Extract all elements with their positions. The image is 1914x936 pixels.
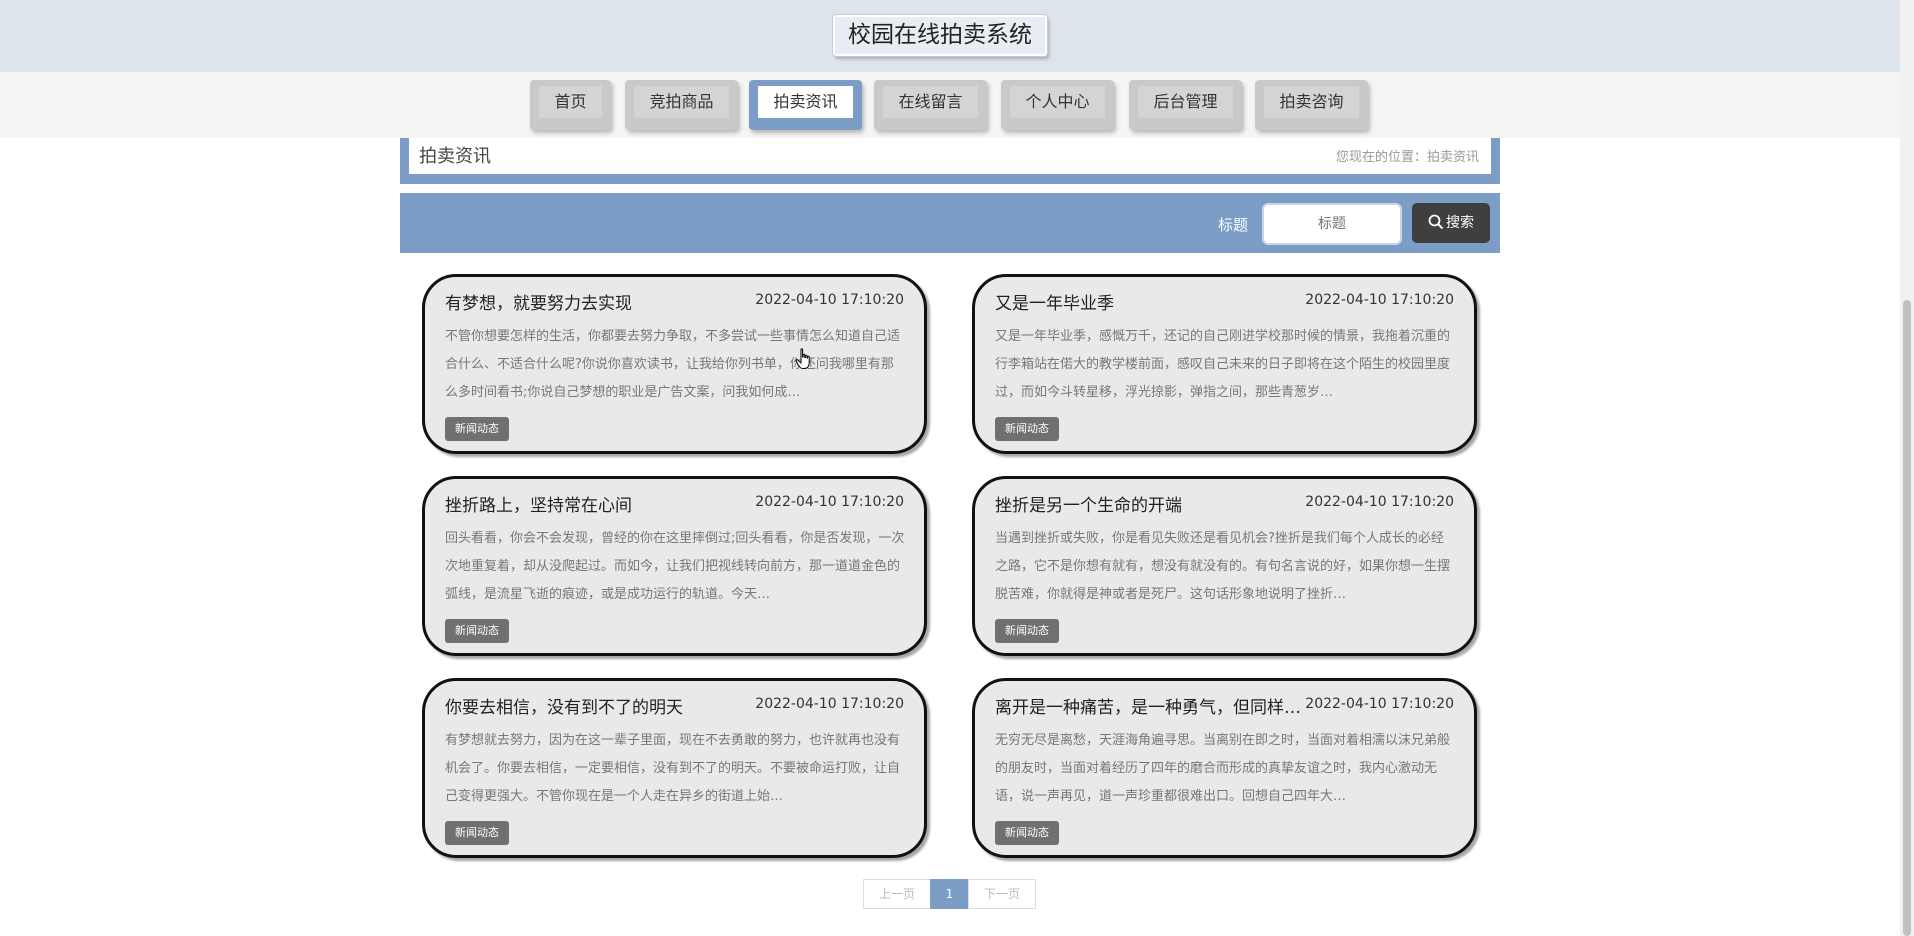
article-card[interactable]: 离开是一种痛苦，是一种勇气，但同样… 2022-04-10 17:10:20 无… bbox=[972, 678, 1477, 858]
nav-item-auction-news[interactable]: 拍卖资讯 bbox=[749, 80, 862, 130]
breadcrumb-location: 您现在的位置：拍卖资讯 bbox=[1335, 150, 1479, 165]
article-title[interactable]: 挫折路上，坚持常在心间 bbox=[445, 491, 775, 516]
article-title[interactable]: 离开是一种痛苦，是一种勇气，但同样… bbox=[995, 693, 1325, 718]
article-date: 2022-04-10 17:10:20 bbox=[1305, 292, 1454, 308]
search-input[interactable] bbox=[1262, 203, 1402, 245]
search-button[interactable]: 搜索 bbox=[1412, 203, 1490, 243]
search-label: 标题 bbox=[1218, 216, 1249, 234]
article-title[interactable]: 挫折是另一个生命的开端 bbox=[995, 491, 1325, 516]
nav-item-consult[interactable]: 拍卖咨询 bbox=[1255, 80, 1368, 130]
nav-item-admin[interactable]: 后台管理 bbox=[1129, 80, 1242, 130]
article-date: 2022-04-10 17:10:20 bbox=[1305, 494, 1454, 510]
article-date: 2022-04-10 17:10:20 bbox=[755, 494, 904, 510]
article-title[interactable]: 你要去相信，没有到不了的明天 bbox=[445, 693, 775, 718]
nav-item-label: 首页 bbox=[539, 86, 602, 118]
nav-item-profile[interactable]: 个人中心 bbox=[1001, 80, 1114, 130]
search-bar: 标题 搜索 bbox=[400, 193, 1500, 253]
prev-page-button[interactable]: 上一页 bbox=[863, 879, 931, 909]
nav-item-auction-goods[interactable]: 竞拍商品 bbox=[625, 80, 738, 130]
article-excerpt: 当遇到挫折或失败，你是看见失败还是看见机会?挫折是我们每个人成长的必经之路，它不… bbox=[995, 531, 1451, 602]
nav-item-label: 后台管理 bbox=[1138, 86, 1233, 118]
article-tag[interactable]: 新闻动态 bbox=[995, 619, 1059, 643]
nav-item-label: 个人中心 bbox=[1010, 86, 1105, 118]
nav-item-messages[interactable]: 在线留言 bbox=[874, 80, 987, 130]
page-title: 拍卖资讯 bbox=[419, 146, 491, 167]
article-title[interactable]: 有梦想，就要努力去实现 bbox=[445, 289, 775, 314]
search-icon bbox=[1428, 214, 1446, 231]
search-button-label: 搜索 bbox=[1446, 215, 1474, 231]
article-excerpt: 有梦想就去努力，因为在这一辈子里面，现在不去勇敢的努力，也许就再也没有机会了。你… bbox=[445, 733, 901, 804]
nav-item-label: 拍卖咨询 bbox=[1264, 86, 1359, 118]
nav-item-label: 在线留言 bbox=[883, 86, 978, 118]
article-tag[interactable]: 新闻动态 bbox=[995, 821, 1059, 845]
article-excerpt: 无穷无尽是离愁，天涯海角遍寻思。当离别在即之时，当面对着相濡以沫兄弟般的朋友时，… bbox=[995, 733, 1451, 804]
article-card[interactable]: 挫折是另一个生命的开端 2022-04-10 17:10:20 当遇到挫折或失败… bbox=[972, 476, 1477, 656]
hand-cursor-icon bbox=[795, 348, 813, 374]
article-excerpt: 不管你想要怎样的生活，你都要去努力争取，不多尝试一些事情怎么知道自己适合什么、不… bbox=[445, 329, 901, 400]
article-excerpt: 回头看看，你会不会发现，曾经的你在这里摔倒过;回头看看，你是否发现，一次次地重复… bbox=[445, 531, 905, 602]
breadcrumb-inner: 拍卖资讯 您现在的位置：拍卖资讯 bbox=[409, 138, 1491, 174]
site-title: 校园在线拍卖系统 bbox=[833, 15, 1047, 56]
article-tag[interactable]: 新闻动态 bbox=[445, 619, 509, 643]
scrollbar-thumb[interactable] bbox=[1903, 300, 1911, 936]
article-card[interactable]: 有梦想，就要努力去实现 2022-04-10 17:10:20 不管你想要怎样的… bbox=[422, 274, 927, 454]
article-date: 2022-04-10 17:10:20 bbox=[755, 696, 904, 712]
article-card[interactable]: 又是一年毕业季 2022-04-10 17:10:20 又是一年毕业季，感慨万千… bbox=[972, 274, 1477, 454]
article-card[interactable]: 你要去相信，没有到不了的明天 2022-04-10 17:10:20 有梦想就去… bbox=[422, 678, 927, 858]
breadcrumb: 拍卖资讯 您现在的位置：拍卖资讯 bbox=[400, 138, 1500, 184]
article-date: 2022-04-10 17:10:20 bbox=[1305, 696, 1454, 712]
article-tag[interactable]: 新闻动态 bbox=[445, 821, 509, 845]
article-card[interactable]: 挫折路上，坚持常在心间 2022-04-10 17:10:20 回头看看，你会不… bbox=[422, 476, 927, 656]
page-number-button[interactable]: 1 bbox=[930, 879, 969, 909]
nav-item-label: 拍卖资讯 bbox=[758, 86, 853, 118]
article-tag[interactable]: 新闻动态 bbox=[445, 417, 509, 441]
article-tag[interactable]: 新闻动态 bbox=[995, 417, 1059, 441]
article-date: 2022-04-10 17:10:20 bbox=[755, 292, 904, 308]
nav-item-home[interactable]: 首页 bbox=[530, 80, 611, 130]
nav-item-label: 竞拍商品 bbox=[634, 86, 729, 118]
next-page-button[interactable]: 下一页 bbox=[968, 879, 1036, 909]
article-excerpt: 又是一年毕业季，感慨万千，还记的自己刚进学校那时候的情景，我拖着沉重的行李箱站在… bbox=[995, 329, 1451, 400]
header-bar: 校园在线拍卖系统 bbox=[0, 0, 1900, 72]
article-title[interactable]: 又是一年毕业季 bbox=[995, 289, 1325, 314]
